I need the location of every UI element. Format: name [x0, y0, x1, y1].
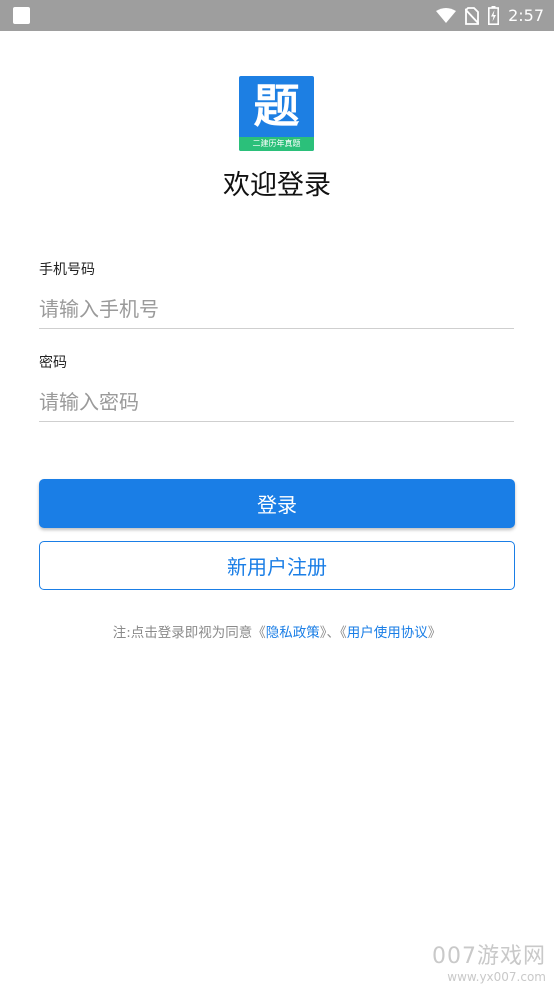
phone-label: 手机号码	[39, 262, 95, 278]
phone-input[interactable]	[39, 290, 514, 329]
agreement-suffix: 》	[427, 625, 442, 641]
terms-link[interactable]: 用户使用协议	[347, 625, 428, 641]
logo-character: 题	[253, 79, 300, 133]
agreement-text: 注:点击登录即视为同意《隐私政策》、《用户使用协议》	[0, 621, 554, 641]
watermark-text: 007游戏网	[432, 944, 546, 969]
battery-charging-icon	[488, 6, 500, 25]
login-button[interactable]: 登录	[39, 479, 515, 528]
password-input[interactable]	[39, 383, 514, 422]
password-label: 密码	[39, 355, 67, 371]
logo-subtitle: 二建历年真题	[239, 137, 314, 151]
agreement-separator: 》、《	[319, 625, 347, 641]
status-bar: 2:57	[0, 0, 554, 31]
watermark-url: www.yx007.com	[447, 970, 546, 984]
no-sim-icon	[465, 6, 480, 25]
wifi-icon	[436, 7, 457, 23]
watermark: 007游戏网 www.yx007.com	[432, 944, 546, 984]
agreement-prefix: 注:点击登录即视为同意《	[112, 625, 266, 641]
status-time: 2:57	[508, 6, 544, 25]
app-logo: 题 二建历年真题	[239, 76, 314, 151]
notification-icon	[13, 7, 30, 24]
register-button[interactable]: 新用户注册	[39, 541, 515, 590]
privacy-policy-link[interactable]: 隐私政策	[266, 625, 320, 641]
status-icons: 2:57	[436, 0, 544, 31]
page-title: 欢迎登录	[223, 170, 331, 201]
